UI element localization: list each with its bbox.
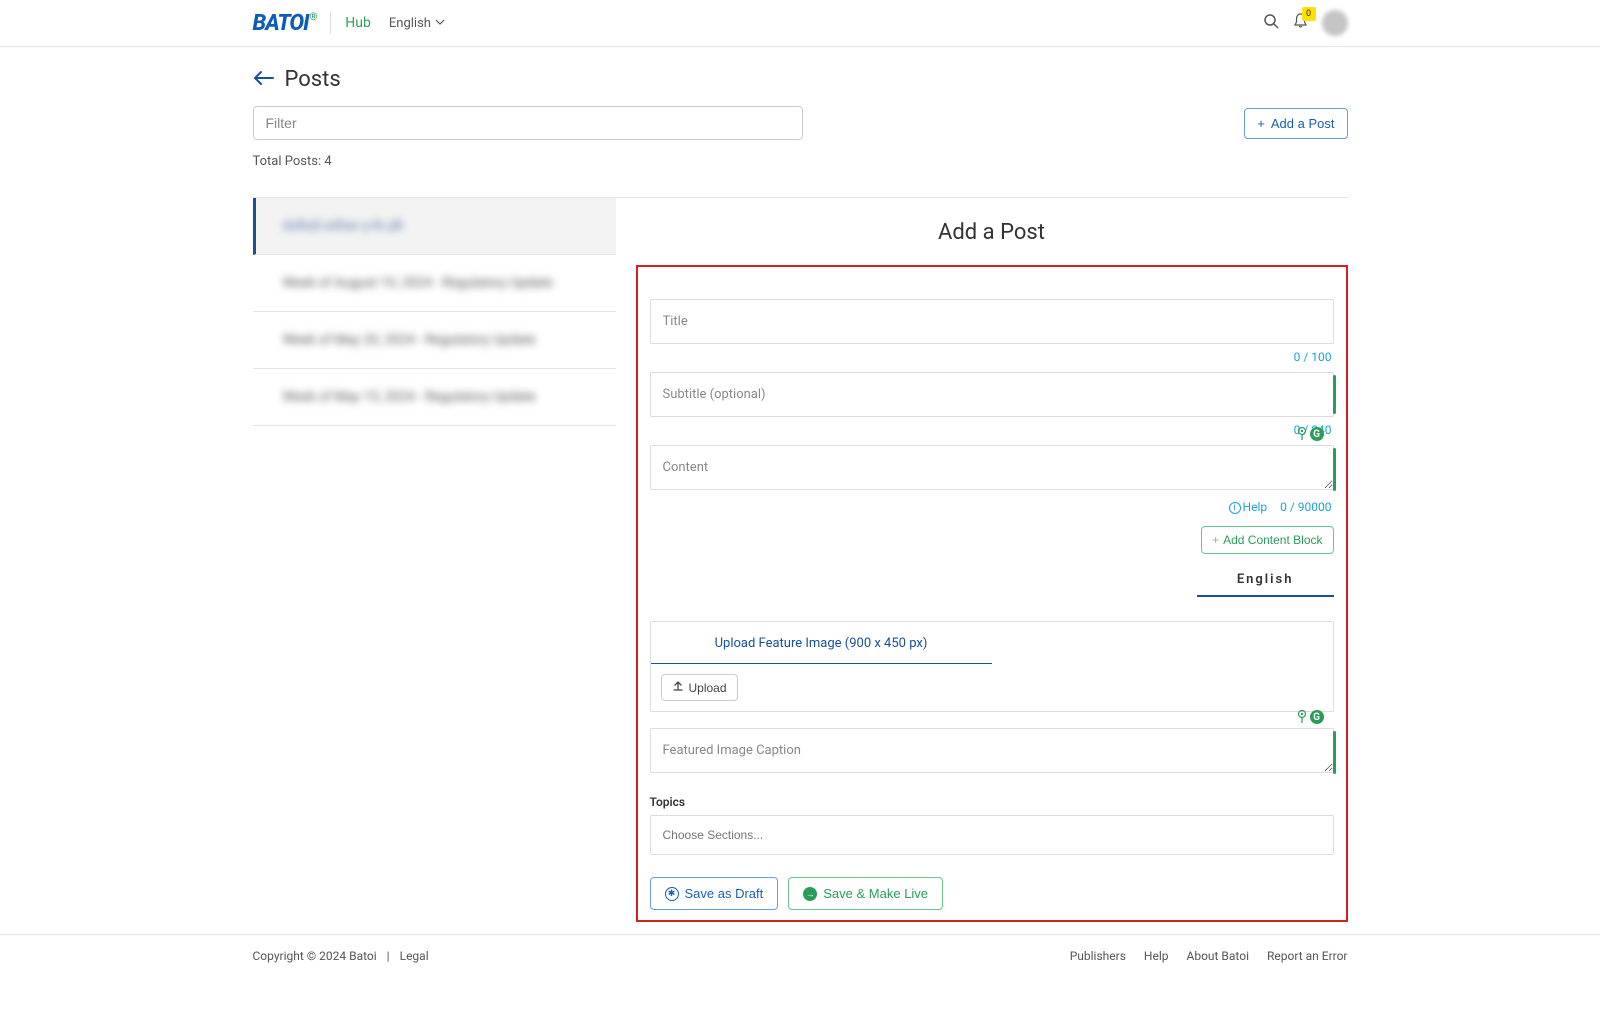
grammarly-icon: G [1310, 427, 1324, 441]
draft-icon: ✱ [665, 887, 679, 901]
registered-icon: ® [309, 12, 316, 23]
notification-badge: 0 [1302, 7, 1316, 21]
form-panel: Add a Post 0 / 100 0 / 240 [616, 198, 1348, 922]
upload-icon [672, 680, 684, 695]
upload-button-label: Upload [689, 681, 727, 695]
page-title: Posts [285, 67, 341, 92]
chevron-down-icon [435, 16, 445, 31]
save-draft-label: Save as Draft [685, 886, 764, 901]
footer: Copyright © 2024 Batoi | Legal Publisher… [0, 934, 1600, 993]
pin-icon [1297, 710, 1307, 724]
upload-box: Upload Feature Image (900 x 450 px) Uplo… [650, 621, 1334, 712]
add-post-button[interactable]: + Add a Post [1244, 108, 1347, 139]
post-title: Week of August 10, 2024 - Regulatory Upd… [283, 275, 553, 291]
footer-sep: | [387, 949, 390, 963]
title-char-count: 0 / 100 [650, 346, 1334, 372]
list-item[interactable]: Week of May 20, 2024 - Regulatory Update [253, 312, 616, 369]
help-icon: i [1229, 502, 1241, 514]
list-item[interactable]: Week of August 10, 2024 - Regulatory Upd… [253, 255, 616, 312]
footer-link-publishers[interactable]: Publishers [1070, 949, 1126, 963]
filter-input[interactable] [253, 106, 803, 140]
form-container: 0 / 100 0 / 240 G [636, 265, 1348, 922]
help-link[interactable]: iHelp [1229, 500, 1268, 514]
upload-label: Upload Feature Image (900 x 450 px) [663, 636, 980, 651]
content-input[interactable] [650, 445, 1334, 490]
post-title: dsRuD either y-th yB [283, 218, 403, 234]
footer-link-report[interactable]: Report an Error [1267, 949, 1347, 963]
field-marker [1333, 731, 1336, 774]
logo-text: BATOI [253, 11, 309, 36]
pin-icon [1297, 427, 1307, 441]
title-input[interactable] [650, 299, 1334, 344]
hub-link[interactable]: Hub [345, 15, 371, 31]
language-tab[interactable]: English [1197, 566, 1334, 597]
notification-bell-icon[interactable]: 0 [1293, 13, 1308, 33]
caption-input[interactable] [650, 728, 1334, 773]
topics-label: Topics [650, 795, 1334, 809]
plus-icon: + [1257, 116, 1265, 131]
footer-link-about[interactable]: About Batoi [1187, 949, 1250, 963]
logo-separator [330, 12, 331, 34]
post-title: Week of May 15, 2024 - Regulatory Update [283, 389, 536, 405]
field-marker [1333, 375, 1336, 414]
user-avatar[interactable] [1322, 10, 1348, 36]
brand-logo[interactable]: BATOI® [253, 11, 317, 36]
copyright-text: Copyright © 2024 Batoi [253, 949, 377, 963]
add-post-label: Add a Post [1271, 116, 1335, 131]
list-item[interactable]: Week of May 15, 2024 - Regulatory Update [253, 369, 616, 426]
content-count-text: 0 / 90000 [1280, 500, 1331, 514]
content-char-count: iHelp 0 / 90000 [650, 496, 1334, 522]
save-live-label: Save & Make Live [823, 886, 928, 901]
posts-list: dsRuD either y-th yB Week of August 10, … [253, 198, 616, 922]
language-label: English [389, 16, 431, 31]
subtitle-char-count: 0 / 240 [650, 419, 1334, 445]
post-title: Week of May 20, 2024 - Regulatory Update [283, 332, 536, 348]
search-icon[interactable] [1263, 13, 1279, 33]
app-header: BATOI® Hub English 0 [0, 0, 1600, 47]
language-selector[interactable]: English [389, 16, 445, 31]
footer-link-help[interactable]: Help [1144, 949, 1169, 963]
back-arrow-icon[interactable] [253, 70, 275, 90]
subtitle-input[interactable] [650, 372, 1334, 417]
legal-link[interactable]: Legal [400, 949, 429, 963]
add-content-block-button[interactable]: Add Content Block [1201, 526, 1333, 554]
live-icon: → [803, 887, 817, 901]
field-marker [1333, 448, 1336, 491]
form-heading: Add a Post [636, 198, 1348, 265]
upload-button[interactable]: Upload [661, 674, 738, 701]
topics-input[interactable] [650, 815, 1334, 855]
total-posts-label: Total Posts: 4 [253, 154, 1348, 169]
save-draft-button[interactable]: ✱ Save as Draft [650, 877, 779, 910]
grammarly-icon: G [1310, 710, 1324, 724]
save-live-button[interactable]: → Save & Make Live [788, 877, 943, 910]
list-item[interactable]: dsRuD either y-th yB [253, 198, 616, 255]
